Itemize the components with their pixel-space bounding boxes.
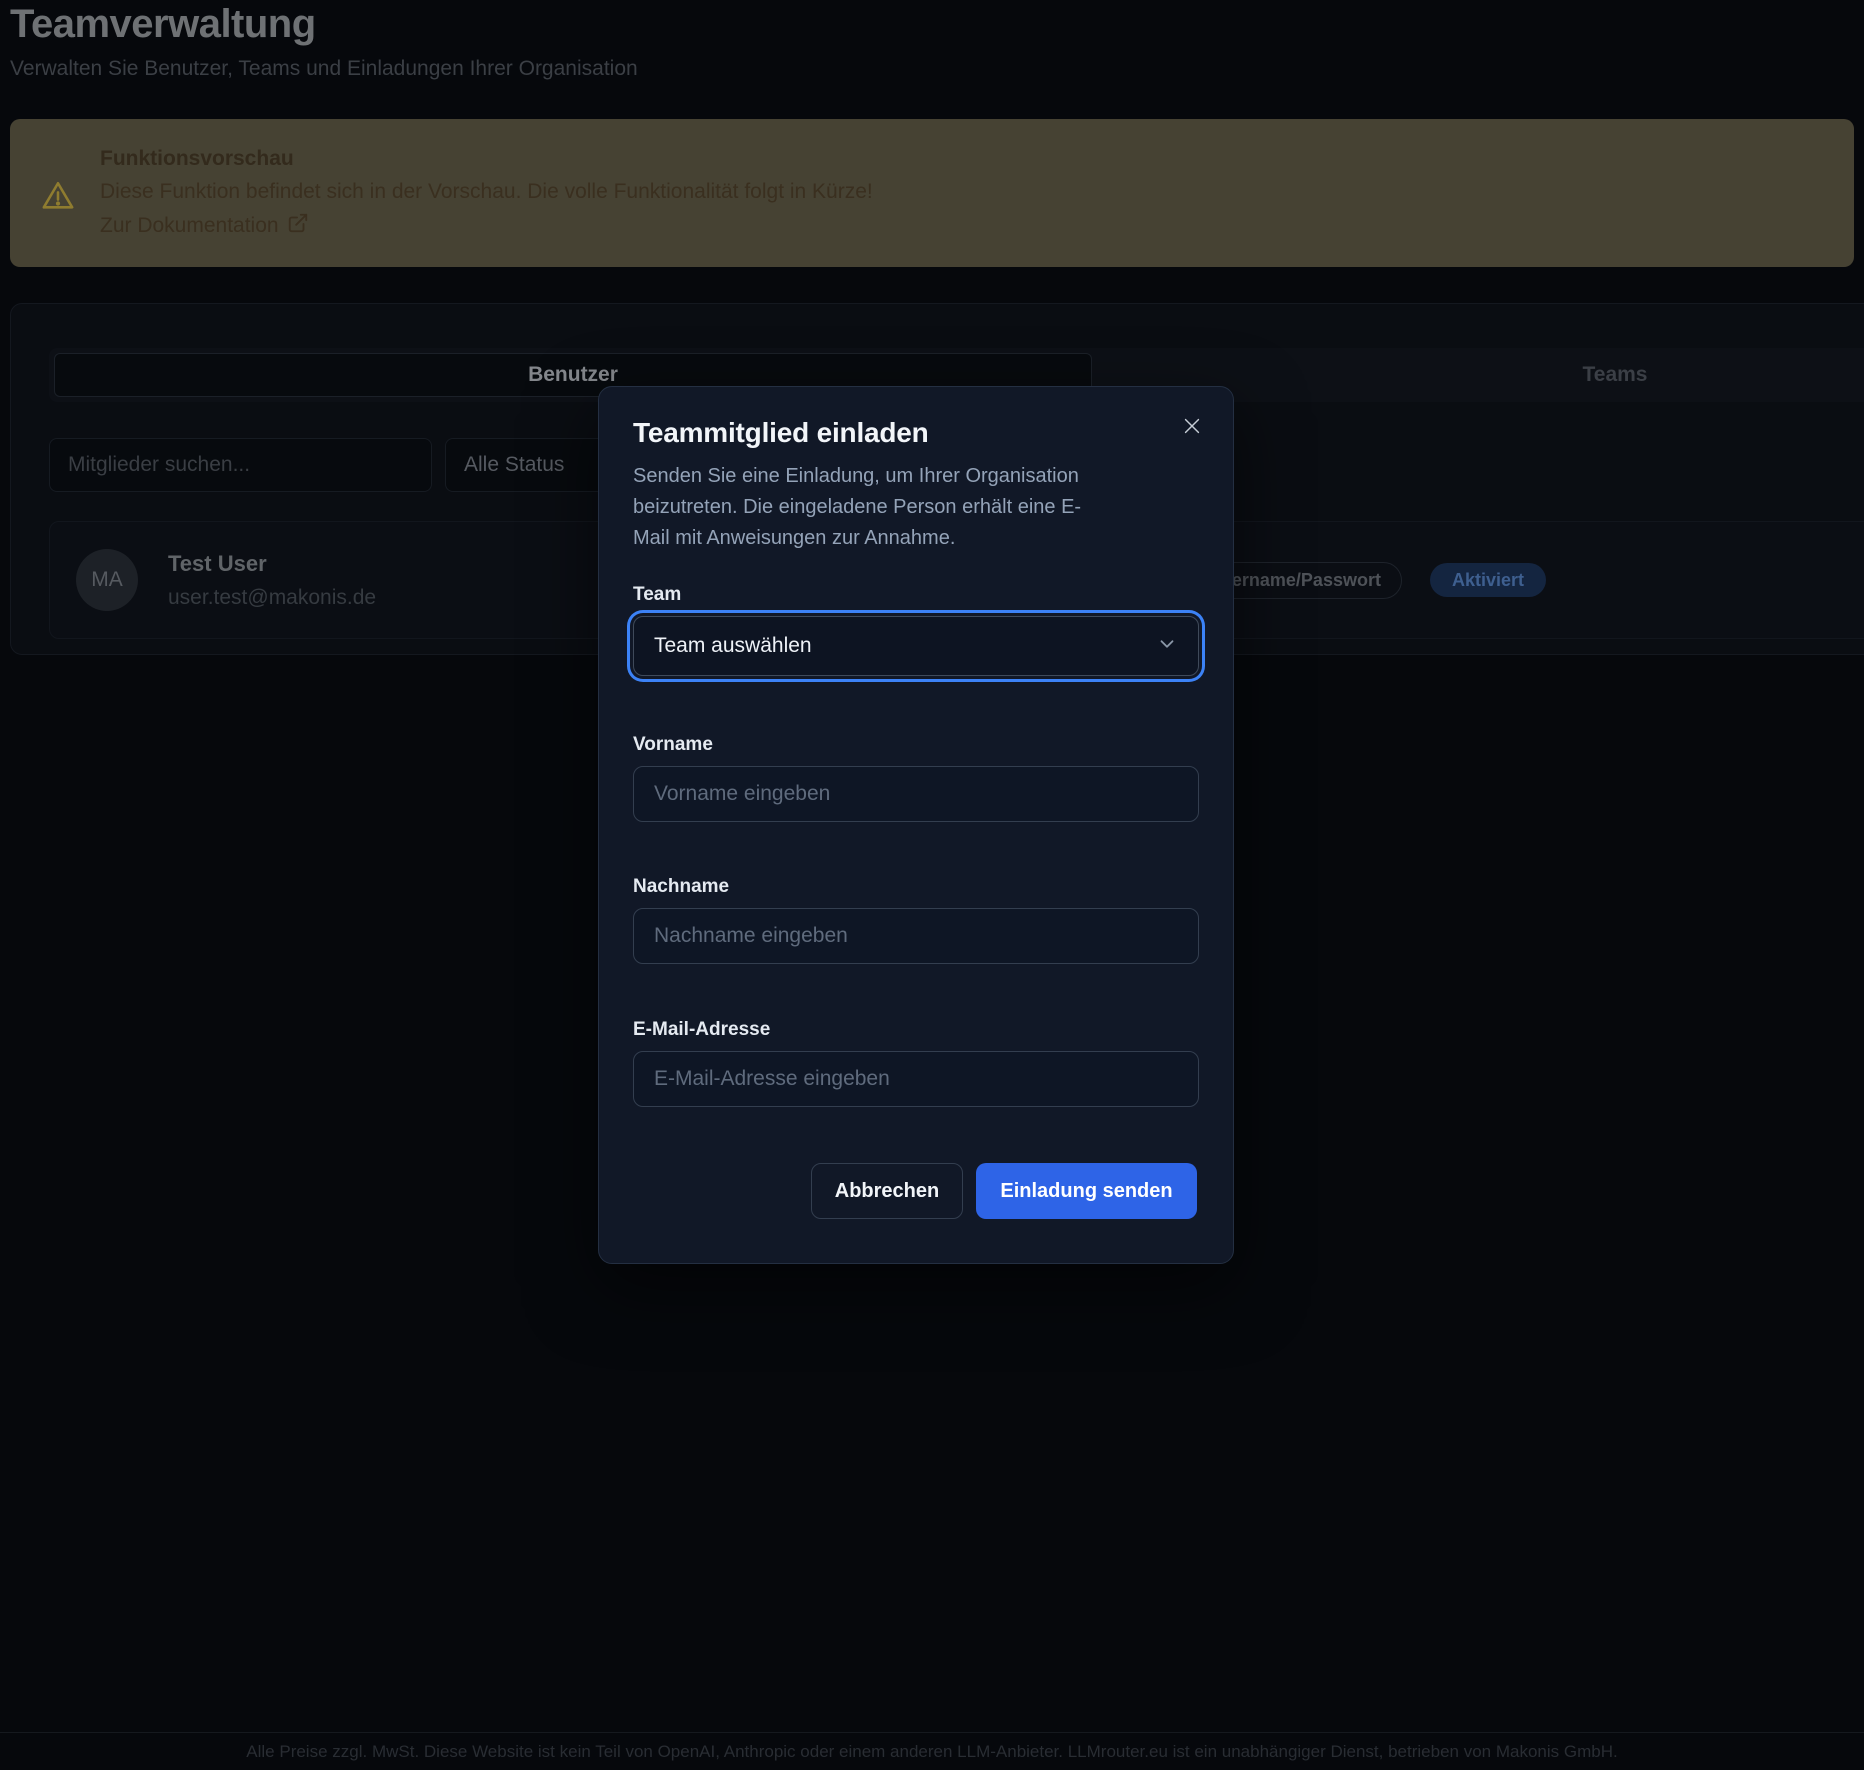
documentation-link[interactable]: Zur Dokumentation [100,212,309,240]
documentation-link-label: Zur Dokumentation [100,214,279,238]
cancel-button[interactable]: Abbrechen [811,1163,963,1219]
first-name-field-label: Vorname [633,734,1197,756]
chevron-down-icon [1156,633,1178,660]
send-invitation-button[interactable]: Einladung senden [976,1163,1197,1219]
dialog-description: Senden Sie eine Einladung, um Ihrer Orga… [633,461,1111,554]
team-select[interactable]: Team auswählen [633,616,1199,676]
dialog-title: Teammitglied einladen [633,417,1197,449]
page-title: Teamverwaltung [10,2,638,47]
preview-banner: Funktionsvorschau Diese Funktion befinde… [10,119,1854,267]
user-name: Test User [168,551,376,577]
page-footer: Alle Preise zzgl. MwSt. Diese Website is… [0,1732,1864,1770]
last-name-field[interactable] [633,908,1199,964]
team-field-label: Team [633,584,1197,606]
footer-text: Alle Preise zzgl. MwSt. Diese Website is… [246,1742,1617,1762]
warning-triangle-icon [40,179,76,240]
email-field-label: E-Mail-Adresse [633,1019,1197,1041]
preview-banner-title: Funktionsvorschau [100,147,873,171]
user-email: user.test@makonis.de [168,586,376,610]
preview-banner-message: Diese Funktion befindet sich in der Vors… [100,180,873,204]
first-name-field[interactable] [633,766,1199,822]
close-icon[interactable] [1177,411,1207,441]
invite-member-dialog: Teammitglied einladen Senden Sie eine Ei… [598,386,1234,1264]
external-link-icon [287,212,309,240]
last-name-field-label: Nachname [633,876,1197,898]
email-field[interactable] [633,1051,1199,1107]
page-subtitle: Verwalten Sie Benutzer, Teams und Einlad… [10,57,638,81]
search-input[interactable] [49,438,432,492]
team-select-value: Team auswählen [654,634,812,658]
page-header: Teamverwaltung Verwalten Sie Benutzer, T… [10,2,638,81]
avatar: MA [76,549,138,611]
status-badge: Aktiviert [1430,563,1546,597]
status-filter-value: Alle Status [464,453,564,477]
